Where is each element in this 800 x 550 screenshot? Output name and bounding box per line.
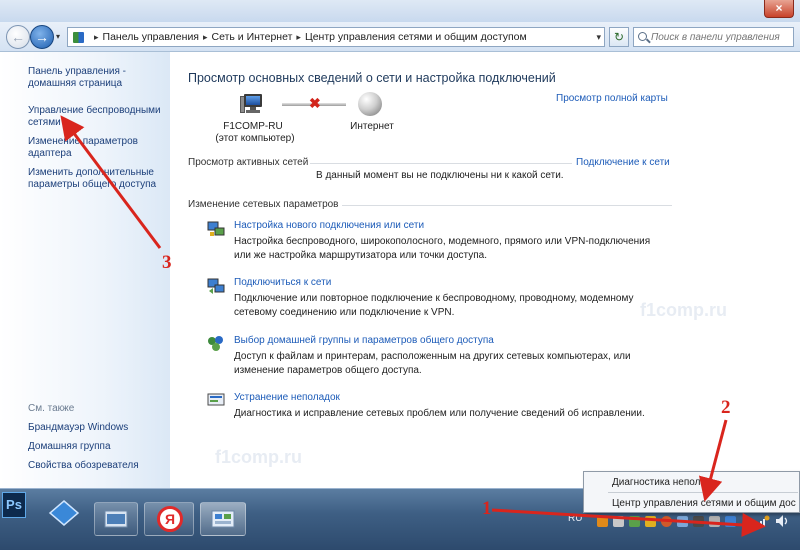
annotation-number-3: 3 <box>162 252 172 273</box>
arrow-to-menu-item <box>698 419 728 502</box>
annotation-arrows <box>60 115 766 537</box>
annotation-number-2: 2 <box>721 397 731 418</box>
annotation-number-1: 1 <box>482 498 492 519</box>
arrow-to-wireless <box>60 115 162 249</box>
arrow-to-tray <box>491 508 766 537</box>
